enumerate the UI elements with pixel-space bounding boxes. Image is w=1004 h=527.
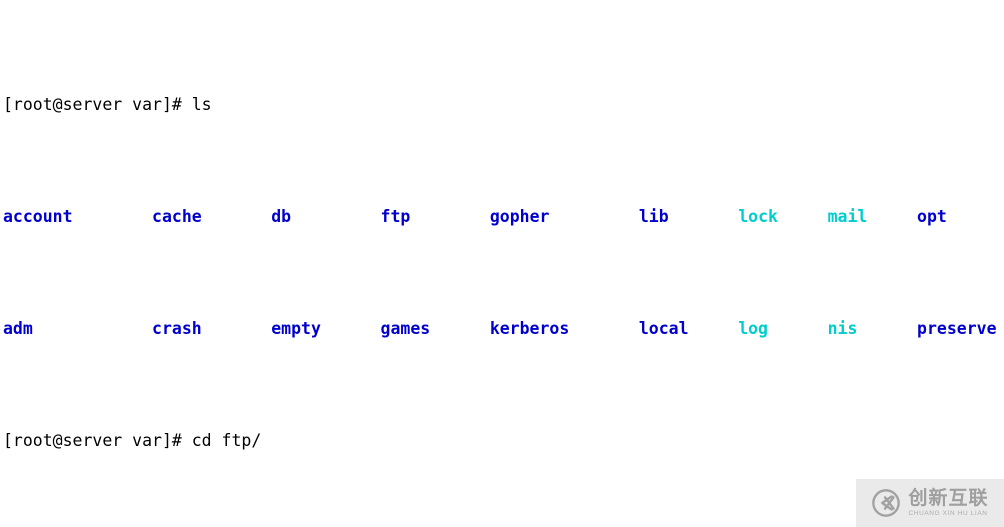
ls-column-pad — [33, 319, 152, 338]
ls-entry-account: account — [3, 206, 73, 226]
ls-entry-db: db — [271, 206, 292, 226]
ls-column-pad — [768, 319, 828, 338]
shell-prompt: [root@server var]# — [3, 94, 192, 114]
ls-column-pad — [202, 207, 272, 226]
ls-column-pad — [202, 319, 272, 338]
ls-entry-opt: opt — [917, 206, 947, 226]
ls-entry-lock: lock — [738, 206, 778, 226]
terminal-line: [root@server var]# cd ftp/ — [3, 430, 1004, 452]
ls-column-pad — [947, 207, 1004, 226]
ls-column-pad — [410, 207, 489, 226]
watermark-en: CHUANG XIN HU LIAN — [908, 509, 988, 517]
ls-column-pad — [689, 319, 739, 338]
ls-entry-mail: mail — [827, 206, 868, 226]
ls-entry-ftp: ftp — [380, 206, 411, 226]
ls-entry-cache: cache — [152, 206, 202, 226]
shell-prompt: [root@server var]# — [3, 430, 192, 450]
ls-entry-preserve: preserve — [917, 318, 997, 338]
ls-entry-lib: lib — [638, 206, 669, 226]
ls-column-pad — [430, 319, 490, 338]
watermark: 创新互联 CHUANG XIN HU LIAN — [856, 479, 1004, 527]
ls-output-row: adm crash empty games kerberos local log… — [3, 318, 1004, 340]
ls-column-pad — [321, 319, 381, 338]
ls-entries: account cache db ftp gopher lib lock mai… — [3, 207, 1004, 226]
watermark-cn: 创新互联 — [908, 486, 989, 509]
ls-entry-nis: nis — [827, 318, 858, 338]
ls-entry-log: log — [738, 318, 768, 338]
ls-column-pad — [73, 207, 152, 226]
ls-entry-crash: crash — [152, 318, 202, 338]
ls-entry-gopher: gopher — [489, 206, 550, 226]
ls-column-pad — [867, 207, 917, 226]
ls-column-pad — [549, 207, 638, 226]
ls-entry-games: games — [380, 318, 431, 338]
terminal-line: [root@server var]# ls — [3, 94, 1004, 116]
ls-column-pad — [569, 319, 639, 338]
ls-column-pad — [778, 207, 828, 226]
ls-entry-local: local — [638, 318, 689, 338]
command-text: ls — [191, 94, 212, 114]
watermark-text: 创新互联 CHUANG XIN HU LIAN — [908, 486, 989, 518]
ls-entries: adm crash empty games kerberos local log… — [3, 319, 1004, 338]
ls-column-pad — [291, 207, 380, 226]
ls-entry-adm: adm — [3, 318, 33, 338]
ls-entry-kerberos: kerberos — [489, 318, 570, 338]
ls-column-pad — [669, 207, 739, 226]
terminal-window[interactable]: [root@server var]# ls account cache db f… — [0, 0, 1004, 527]
ls-column-pad — [857, 319, 917, 338]
ls-entry-empty: empty — [271, 318, 321, 338]
ls-column-pad — [997, 319, 1004, 338]
ls-output-row: account cache db ftp gopher lib lock mai… — [3, 206, 1004, 228]
command-text: cd ftp/ — [191, 430, 262, 450]
terminal-screen: [root@server var]# ls account cache db f… — [3, 4, 1004, 527]
logo-icon — [872, 489, 901, 517]
